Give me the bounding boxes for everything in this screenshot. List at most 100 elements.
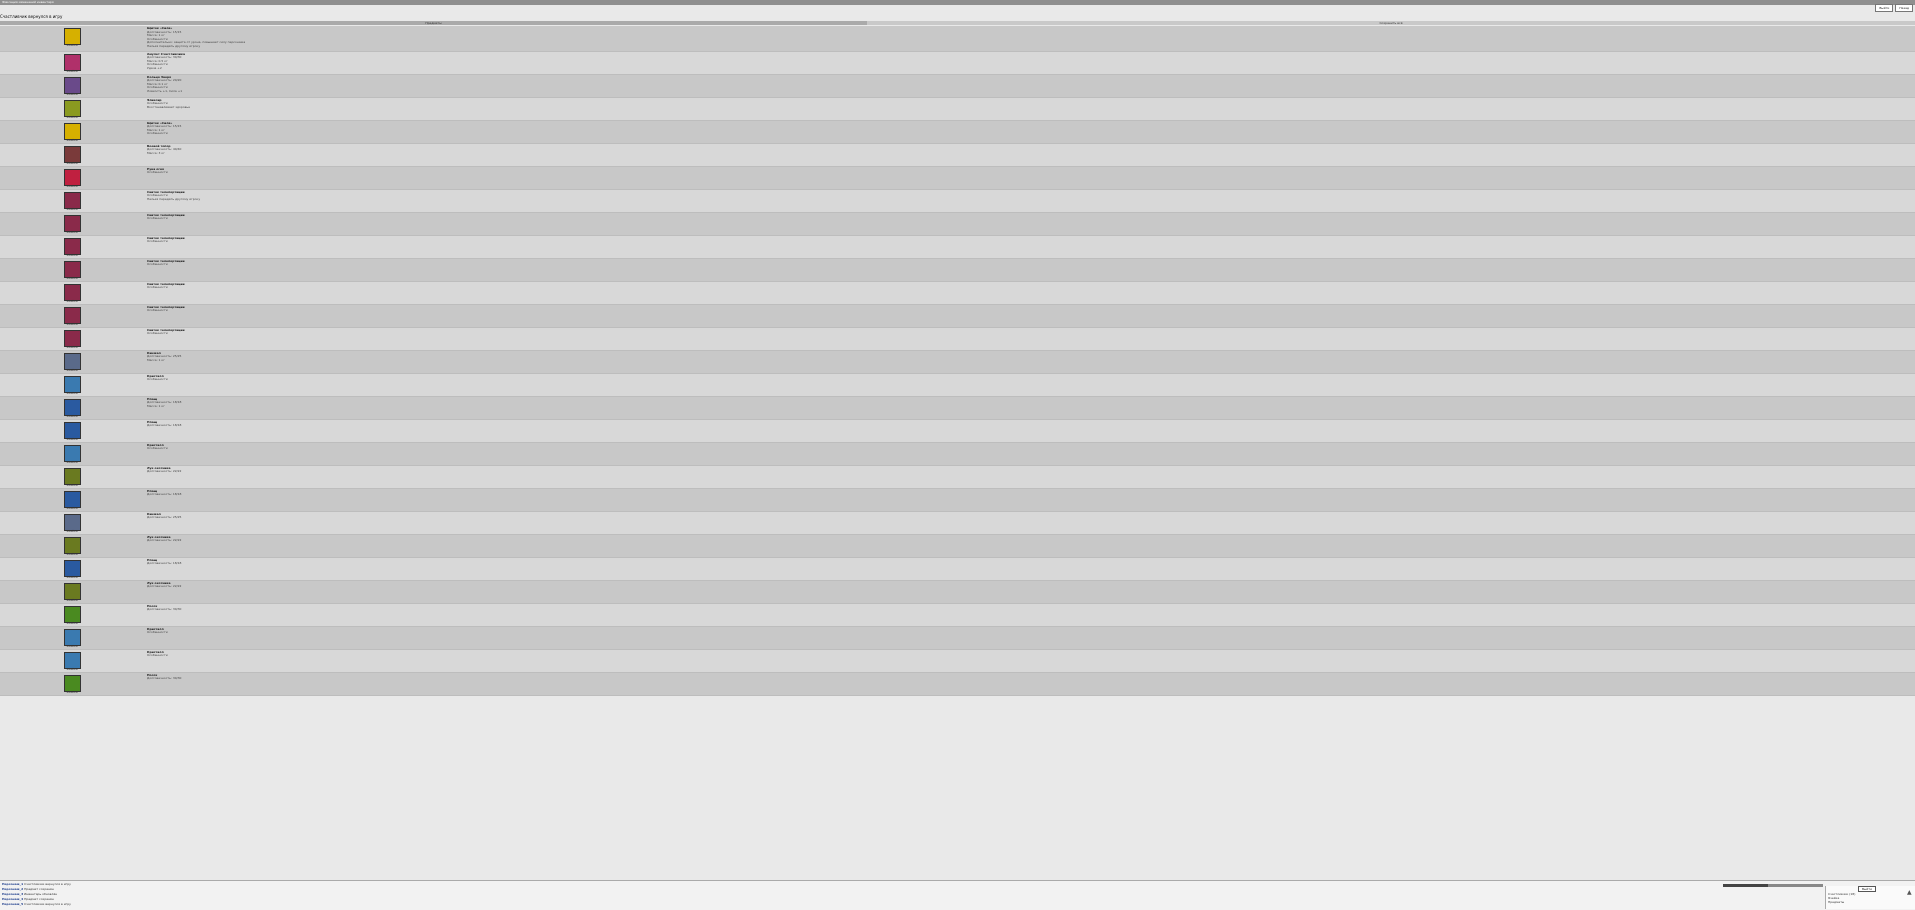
item-slot-label: Ячейка: [66, 620, 78, 625]
inventory-row[interactable]: Ячейка Лук охотника Долговечность: 22/22: [0, 465, 1915, 489]
inventory-row[interactable]: Ячейка Кольцо Зверя Долговечность: 20/20 Ма…: [0, 74, 1915, 98]
item-slot-label: Ячейка: [66, 160, 78, 165]
inventory-row[interactable]: Ячейка Посох Долговечность: 30/30: [0, 603, 1915, 627]
item-detail: Особенности: [147, 239, 168, 244]
item-detail: Удача +2: [147, 65, 162, 70]
item-slot-label: Ячейка: [66, 505, 78, 510]
chat-nick[interactable]: Персонаж_1: [2, 882, 23, 886]
item-description: Посох Долговечность: 30/30: [147, 604, 182, 612]
item-slot-label: Ячейка: [66, 206, 78, 211]
inventory-row[interactable]: Ячейка Плащ Долговечность: 18/18: [0, 557, 1915, 581]
item-detail: Долговечность: 30/30: [147, 607, 182, 612]
chat-panel: Персонаж_1 Счастливчик вернулся в игру Пе…: [0, 880, 1915, 910]
inventory-row[interactable]: Ячейка Кристалл Особенности: [0, 649, 1915, 673]
item-slot-label: Ячейка: [66, 229, 78, 234]
item-description: Лук охотника Долговечность: 22/22: [147, 535, 182, 543]
inventory-row[interactable]: Ячейка Щиток «Сила» Долговечность: 15/15 Ма…: [0, 120, 1915, 144]
inventory-row[interactable]: Ячейка Руна огня Особенности: [0, 166, 1915, 190]
item-slot-label: Ячейка: [66, 183, 78, 188]
item-slot-label: Ячейка: [66, 436, 78, 441]
back-button[interactable]: Назад: [1895, 4, 1913, 12]
item-description: Посох Долговечность: 30/30: [147, 673, 181, 681]
inventory-row[interactable]: Ячейка Лук охотника Долговечность: 22/22: [0, 534, 1915, 558]
item-detail: Долговечность: 25/25: [147, 515, 182, 520]
item-detail: Долговечность: 22/22: [147, 538, 182, 543]
inventory-row[interactable]: Ячейка Кинжал Долговечность: 25/25: [0, 511, 1915, 535]
item-detail: Особенности: [147, 653, 168, 658]
item-detail: Особенности: [147, 630, 168, 635]
item-description: Кристалл Особенности: [147, 443, 168, 451]
inventory-row[interactable]: Ячейка Свиток телепортации Особенности: [0, 235, 1915, 259]
item-detail: Особенности: [147, 446, 168, 451]
chat-nick[interactable]: Персонаж_5: [2, 902, 23, 906]
item-slot-label: Ячейка: [66, 367, 78, 372]
chat-line: Персонаж_4 Предмет сохранён: [2, 897, 54, 901]
inventory-row[interactable]: Ячейка Свиток телепортации Особенности: [0, 258, 1915, 282]
inventory-row[interactable]: Ячейка Плащ Долговечность: 18/18 Масса: 1 к…: [0, 396, 1915, 420]
inventory-row[interactable]: Ячейка Свиток телепортации Особенности Нель…: [0, 189, 1915, 213]
item-detail: Ловкость +1, Сила +1: [147, 88, 183, 93]
item-description: Кинжал Долговечность: 25/25: [147, 512, 182, 520]
inventory-row[interactable]: Ячейка Свиток телепортации Особенности: [0, 212, 1915, 236]
inventory-row[interactable]: Ячейка Амулет Счастливчика Долговечность: …: [0, 51, 1915, 75]
item-slot-label: Ячейка: [66, 68, 78, 73]
inventory-row[interactable]: Ячейка Лук охотника Долговечность: 22/22: [0, 580, 1915, 604]
item-detail: Масса: 1 кг: [147, 403, 165, 408]
chat-text: Счастливчик вернулся в игру: [24, 902, 71, 906]
item-list: Ячейка Щиток «Сила» Долговечность: 15/15 Ма…: [0, 26, 1915, 696]
inventory-row[interactable]: Ячейка Свиток телепортации Особенности: [0, 304, 1915, 328]
column-save-all[interactable]: Сохранить всё: [867, 21, 1915, 25]
side-panel: Выйти Счастливчик (18) Ячейка Предметы: [1825, 886, 1915, 909]
inventory-row[interactable]: Ячейка Плащ Долговечность: 18/18: [0, 419, 1915, 443]
item-description: Кристалл Особенности: [147, 650, 168, 658]
item-description: Кинжал Долговечность: 25/25 Масса: 1 кг: [147, 351, 181, 363]
inventory-row[interactable]: Ячейка Свиток телепортации Особенности: [0, 281, 1915, 305]
inventory-row[interactable]: Ячейка Посох Долговечность: 30/30: [0, 672, 1915, 696]
item-slot-label: Ячейка: [66, 666, 78, 671]
item-detail: Долговечность: 18/18: [147, 492, 182, 497]
panel-exit-button[interactable]: Выйти: [1858, 886, 1877, 892]
chat-nick[interactable]: Персонаж_3: [2, 892, 23, 896]
item-description: Плащ Долговечность: 18/18 Масса: 1 кг: [147, 397, 181, 409]
inventory-row[interactable]: Ячейка Кристалл Особенности: [0, 626, 1915, 650]
inventory-row[interactable]: Ячейка Кристалл Особенности: [0, 373, 1915, 397]
item-detail: Масса: 1 кг: [147, 357, 165, 362]
item-detail: Особенности: [147, 262, 168, 267]
window-titlebar: Фиксация изменений инвентаря: [0, 0, 1915, 5]
item-slot-label: Ячейка: [66, 321, 78, 326]
chat-nick[interactable]: Персонаж_2: [2, 887, 23, 891]
inventory-row[interactable]: Ячейка Кристалл Особенности: [0, 442, 1915, 466]
item-detail: Особенности: [147, 216, 168, 221]
item-slot-label: Ячейка: [66, 689, 78, 694]
page-title: Счастливчик вернулся в игру: [0, 14, 63, 19]
chat-line: Персонаж_1 Счастливчик вернулся в игру: [2, 882, 71, 886]
chat-nick[interactable]: Персонаж_4: [2, 897, 23, 901]
item-detail: Особенности: [147, 331, 168, 336]
item-detail: Особенности: [147, 131, 168, 136]
progress-fill: [1723, 884, 1768, 887]
exit-button[interactable]: Выйти: [1875, 4, 1894, 12]
item-slot-label: Ячейка: [66, 574, 78, 579]
item-description: Лук охотника Долговечность: 22/22: [147, 466, 181, 474]
chat-text: Счастливчик вернулся в игру: [24, 882, 71, 886]
column-header: Предметы Сохранить всё: [0, 21, 1915, 25]
item-description: Плащ Долговечность: 18/18: [147, 420, 181, 428]
item-description: Свиток телепортации Особенности: [147, 213, 185, 221]
inventory-row[interactable]: Ячейка Щиток «Сила» Долговечность: 15/15 Ма…: [0, 26, 1915, 52]
inventory-row[interactable]: Ячейка Кинжал Долговечность: 25/25 Масса: 1…: [0, 350, 1915, 374]
inventory-row[interactable]: Ячейка Плащ Долговечность: 18/18: [0, 488, 1915, 512]
item-description: Щиток «Сила» Долговечность: 15/15 Масса: 1…: [147, 26, 245, 49]
item-slot-label: Ячейка: [66, 344, 78, 349]
window-caption: Фиксация изменений инвентаря: [2, 0, 54, 4]
scroll-up-icon[interactable]: ▲: [1907, 890, 1913, 896]
item-slot-label: Ячейка: [66, 482, 78, 487]
inventory-row[interactable]: Ячейка Свиток телепортации Особенности: [0, 327, 1915, 351]
column-items[interactable]: Предметы: [0, 21, 867, 25]
item-description: Свиток телепортации Особенности: [147, 328, 185, 336]
chat-text: Предмет сохранён: [24, 897, 54, 901]
item-description: Кристалл Особенности: [147, 627, 168, 635]
item-detail: Долговечность: 18/18: [147, 561, 182, 566]
inventory-row[interactable]: Ячейка Боевой топор Долговечность: 40/40 Ма…: [0, 143, 1915, 167]
item-detail: Особенности: [147, 170, 168, 175]
inventory-row[interactable]: Ячейка Эликсир Особенности Восстанавливает …: [0, 97, 1915, 121]
